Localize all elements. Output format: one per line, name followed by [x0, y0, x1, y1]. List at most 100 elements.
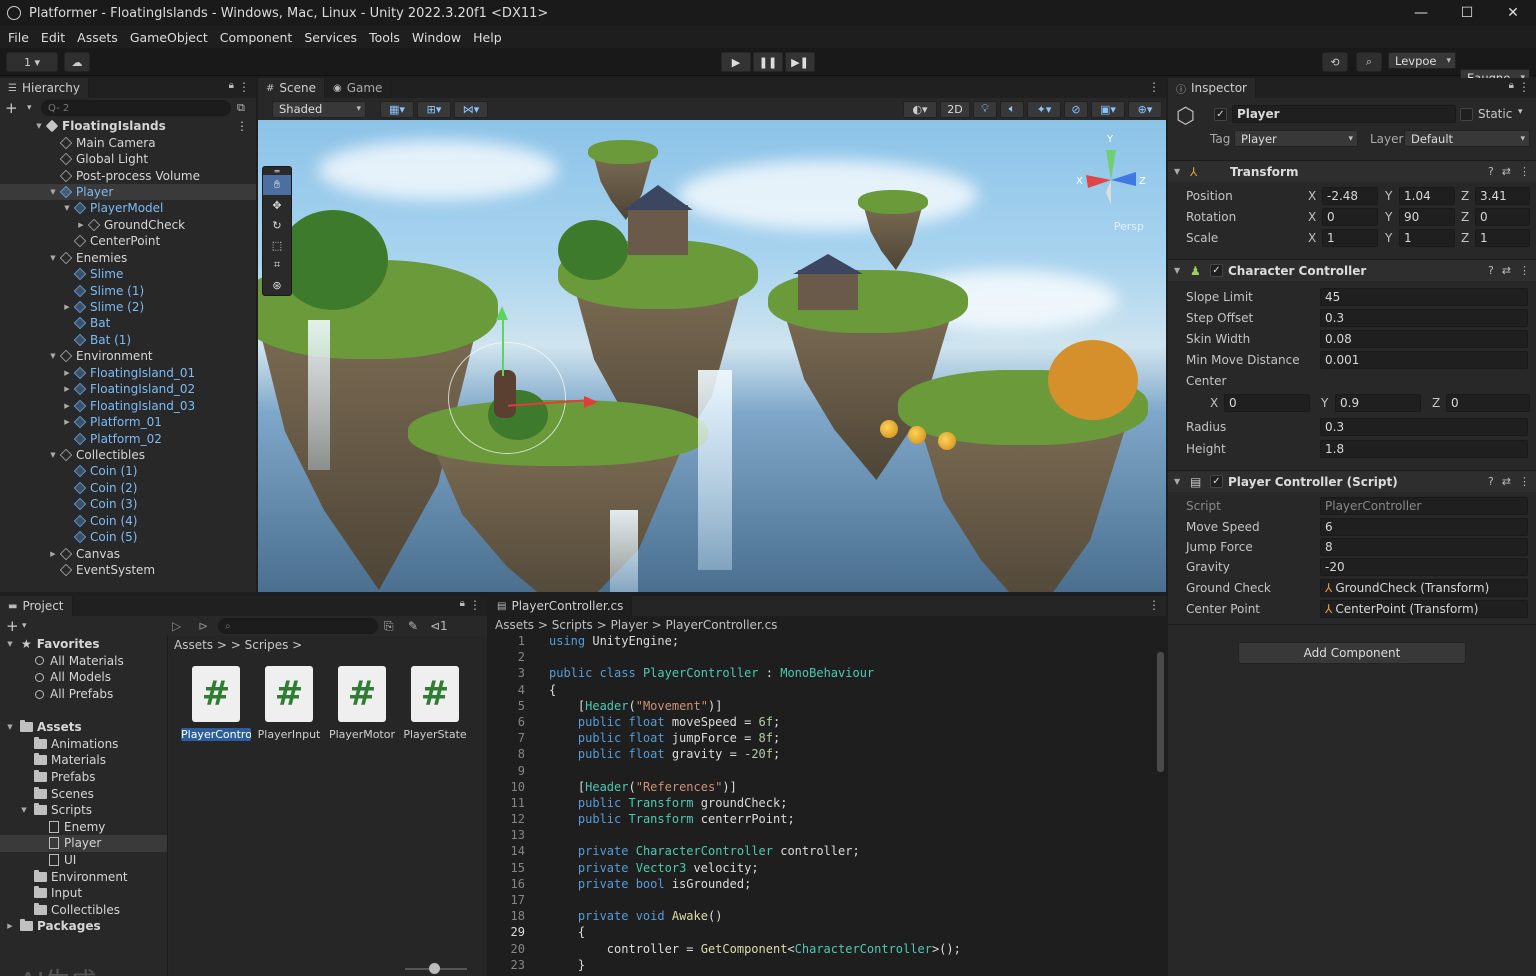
menu-window[interactable]: Window — [406, 30, 467, 45]
code-line[interactable]: 11 public Transform groundCheck; — [489, 796, 1154, 812]
enabled-checkbox[interactable]: ✓ — [1210, 264, 1223, 277]
kebab-menu-icon[interactable]: ⋮ — [1519, 264, 1530, 277]
hierarchy-item[interactable]: Global Light — [0, 151, 256, 167]
project-tree-item[interactable]: All Materials — [0, 653, 167, 670]
menu-help[interactable]: Help — [467, 30, 508, 45]
hierarchy-item[interactable]: ▶ Platform_01 — [0, 414, 256, 430]
min-move-field[interactable]: 0.001 — [1320, 350, 1528, 369]
project-tree-item[interactable]: ▶ Packages — [0, 918, 167, 935]
tab-project[interactable]: ▬ Project — [0, 596, 73, 616]
hierarchy-item[interactable]: ▶ FloatingIsland_02 — [0, 381, 256, 397]
code-line[interactable]: 29 { — [489, 925, 1154, 941]
jump-force-field[interactable]: 8 — [1320, 537, 1528, 556]
hierarchy-item[interactable]: Coin (4) — [0, 513, 256, 529]
layer-dropdown[interactable]: Default — [1404, 130, 1530, 147]
character-controller-header[interactable]: ▼ ♟ ✓ Character Controller ? ⇄ ⋮ — [1168, 259, 1536, 281]
code-line[interactable]: 9 — [489, 764, 1154, 780]
scene-viewport[interactable]: ═ ✋︎ ✥ ↻ ⬚ ⌗ ⊛ Y X Z Persp — [258, 120, 1166, 592]
slope-limit-field[interactable]: 45 — [1320, 287, 1528, 306]
menu-assets[interactable]: Assets — [71, 30, 124, 45]
transform-x-field[interactable]: 0 — [1322, 207, 1378, 226]
hierarchy-item[interactable]: ▼ FloatingIslands ⋮ — [0, 118, 256, 134]
expand-arrow-icon[interactable]: ▼ — [48, 451, 58, 459]
add-icon[interactable]: + — [5, 99, 27, 117]
hidden-objects-button[interactable]: ⊘ — [1064, 100, 1088, 118]
code-line[interactable]: 18 private void Awake() — [489, 909, 1154, 925]
play-button[interactable]: ▶ — [721, 52, 751, 72]
hierarchy-item[interactable]: ▼ Collectibles — [0, 447, 256, 463]
center-y-field[interactable]: 0.9 — [1335, 393, 1421, 412]
project-tree-item[interactable]: Enemy — [0, 819, 167, 836]
code-line[interactable]: 12 public Transform centerrPoint; — [489, 812, 1154, 828]
lock-icon[interactable]: 🔒︎ — [1509, 80, 1514, 91]
toggle-2d-button[interactable]: 2D — [940, 100, 970, 118]
transform-z-field[interactable]: 1 — [1475, 228, 1530, 247]
effects-button[interactable]: ✦▾ — [1027, 100, 1061, 118]
project-tree-item[interactable]: ▼ Assets — [0, 719, 167, 736]
expand-arrow-icon[interactable]: ▼ — [48, 352, 58, 360]
radius-field[interactable]: 0.3 — [1320, 417, 1528, 436]
expand-arrow-icon[interactable]: ▶ — [62, 418, 72, 426]
project-tree-item[interactable]: Input — [0, 885, 167, 902]
expand-arrow-icon[interactable]: ▼ — [48, 254, 58, 262]
code-area[interactable]: 1 using UnityEngine; 2 3 public class Player… — [489, 634, 1154, 974]
step-offset-field[interactable]: 0.3 — [1320, 308, 1528, 327]
menu-edit[interactable]: Edit — [35, 30, 71, 45]
player-controller-header[interactable]: ▼ ▤ ✓ Player Controller (Script) ? ⇄ ⋮ — [1168, 470, 1536, 492]
project-tree-item[interactable]: Animations — [0, 736, 167, 753]
chevron-down-icon[interactable]: ▾ — [27, 103, 41, 113]
code-line[interactable]: 2 — [489, 650, 1154, 666]
hierarchy-item[interactable]: EventSystem — [0, 562, 256, 578]
move-speed-field[interactable]: 6 — [1320, 517, 1528, 536]
code-line[interactable]: 10 [Header("References")] — [489, 780, 1154, 796]
project-tree-item[interactable]: Environment — [0, 868, 167, 885]
account-dropdown[interactable]: 1 ▾ — [6, 52, 58, 72]
chevron-down-icon[interactable]: ▾ — [1518, 107, 1523, 117]
expand-arrow-icon[interactable]: ▶ — [76, 221, 86, 229]
help-icon[interactable]: ? — [1488, 264, 1494, 277]
slider-knob[interactable] — [429, 963, 440, 974]
icon-size-slider[interactable] — [405, 963, 467, 974]
code-line[interactable]: 15 private Vector3 velocity; — [489, 861, 1154, 877]
active-checkbox[interactable]: ✓ — [1214, 108, 1227, 121]
expand-arrow-icon[interactable]: ▼ — [48, 188, 58, 196]
tab-inspector[interactable]: ⓘ Inspector — [1168, 78, 1256, 98]
code-line[interactable]: 13 — [489, 828, 1154, 844]
hierarchy-search-input[interactable]: Q- 2 — [41, 100, 231, 116]
code-line[interactable]: 8 public float gravity = -20f; — [489, 747, 1154, 763]
filter-label-icon[interactable]: ✎ — [408, 619, 430, 633]
snap-button[interactable]: ⋈▾ — [454, 100, 488, 118]
hierarchy-item[interactable]: Post-process Volume — [0, 167, 256, 183]
rect-tool-icon[interactable]: ⌗ — [263, 255, 291, 275]
history-button[interactable]: ⟲ — [1322, 52, 1348, 72]
hierarchy-item[interactable]: ▼ PlayerModel — [0, 200, 256, 216]
transform-component-header[interactable]: ▼ ⅄ Transform ? ⇄ ⋮ — [1168, 160, 1536, 182]
gizmo-z-cone[interactable] — [1111, 172, 1136, 186]
hierarchy-item[interactable]: ▶ Canvas — [0, 545, 256, 561]
hierarchy-item[interactable]: Coin (5) — [0, 529, 256, 545]
kebab-menu-icon[interactable]: ⋮ — [238, 80, 250, 94]
project-tree-item[interactable]: Collectibles — [0, 902, 167, 919]
orientation-button[interactable]: ◐▾ — [903, 100, 937, 118]
scrollbar-thumb[interactable] — [1157, 652, 1164, 772]
editor-breadcrumb[interactable]: Assets > Scripts > Player > PlayerContro… — [489, 616, 1166, 634]
tab-hierarchy[interactable]: ☰ Hierarchy — [0, 78, 89, 98]
project-search-input[interactable]: ⌕ — [218, 618, 378, 634]
expand-arrow-icon[interactable]: ▼ — [18, 806, 30, 814]
hierarchy-item[interactable]: ▶ GroundCheck — [0, 217, 256, 233]
scene-visibility-icon[interactable]: ⧉ — [237, 101, 245, 115]
gizmo-x-cone[interactable] — [1086, 175, 1111, 188]
kebab-menu-icon[interactable]: ⋮ — [1519, 165, 1530, 178]
ground-check-field[interactable]: ⅄ GroundCheck (Transform) — [1320, 578, 1528, 597]
hidden-packages-icon[interactable]: ⊲1 — [430, 619, 448, 633]
asset-tile[interactable]: # PlayerInput — [254, 666, 324, 741]
kebab-menu-icon[interactable]: ⋮ — [1518, 80, 1530, 94]
code-line[interactable]: 6 public float moveSpeed = 6f; — [489, 715, 1154, 731]
transform-tool-icon[interactable]: ⊛ — [263, 275, 291, 295]
tab-scene[interactable]: # Scene — [258, 78, 325, 98]
hierarchy-item[interactable]: ▼ Enemies — [0, 250, 256, 266]
lock-icon[interactable]: 🔒︎ — [460, 598, 465, 609]
audio-button[interactable]: 🔈︎ — [1000, 100, 1024, 118]
expand-arrow-icon[interactable]: ▼ — [4, 723, 16, 731]
expand-arrow-icon[interactable]: ▶ — [62, 303, 72, 311]
